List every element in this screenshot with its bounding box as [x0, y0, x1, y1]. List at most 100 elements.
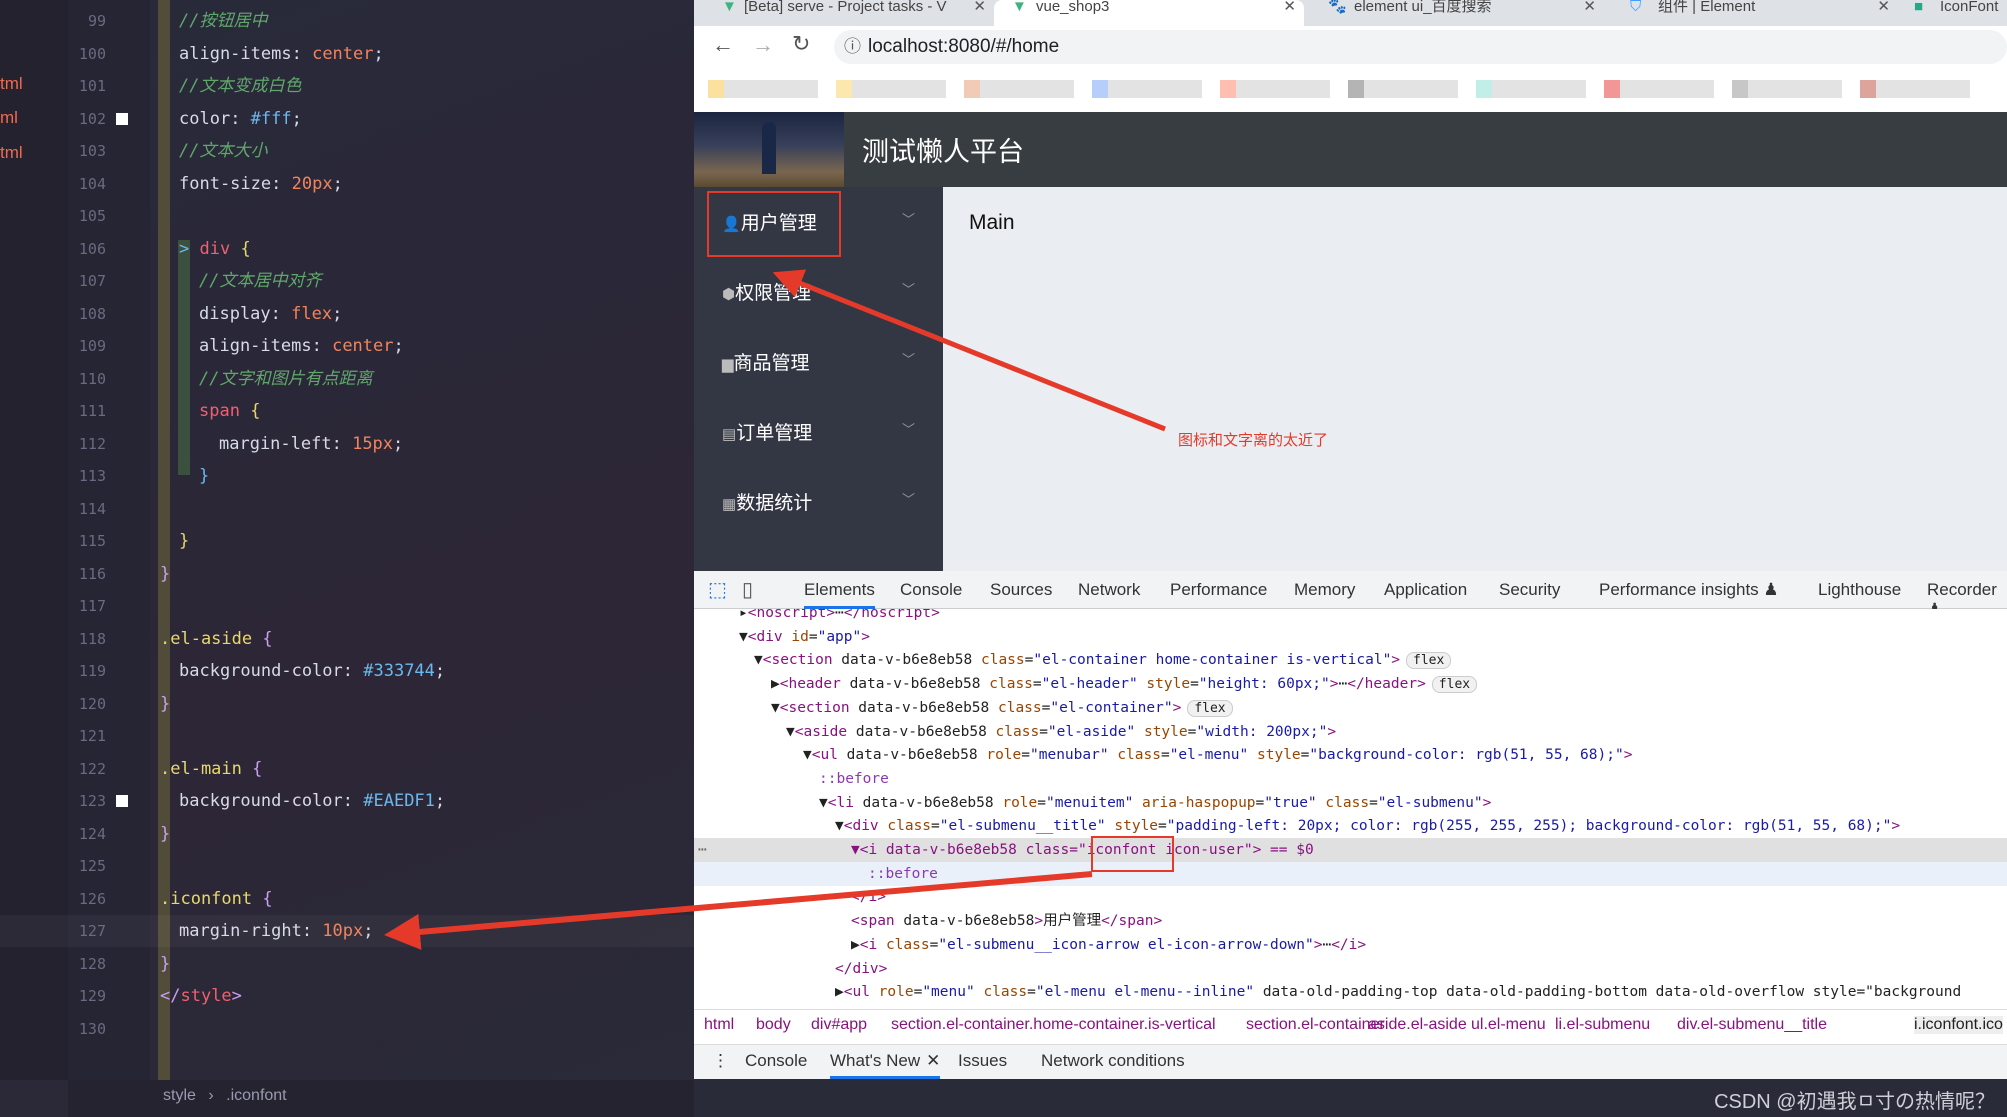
code-line[interactable]: 110 //文字和图片有点距离	[0, 363, 694, 395]
breadcrumb-iconfont[interactable]: .iconfont	[226, 1087, 286, 1104]
tab-project-tasks[interactable]: ▼ [Beta] serve - Project tasks - V ✕	[694, 0, 994, 26]
devtools-tab[interactable]: Network	[1078, 580, 1140, 600]
code-editor[interactable]: tml ml tml 99//按钮居中 100 align-items: cente…	[0, 0, 694, 1117]
dom-node[interactable]: ▶<i class="el-submenu__icon-arrow el-ico…	[694, 933, 2007, 957]
code-line[interactable]: 105	[0, 200, 694, 232]
code-line[interactable]: 102 color: #fff;	[0, 103, 694, 135]
dom-node[interactable]: ▼<i data-v-b6e8eb58 class="iconfont icon…	[694, 838, 2007, 862]
code-line[interactable]: 113}	[0, 460, 694, 492]
code-line[interactable]: 112 margin-left: 15px;	[0, 428, 694, 460]
code-line[interactable]: 123 background-color: #EAEDF1;	[0, 785, 694, 817]
bookmark-item[interactable]	[1220, 80, 1330, 98]
code-line[interactable]: 108 display: flex;	[0, 298, 694, 330]
devtools-tab[interactable]: Memory	[1294, 580, 1355, 600]
devtools-tab[interactable]: Lighthouse	[1818, 580, 1901, 600]
flex-badge[interactable]: flex	[1187, 699, 1233, 717]
dom-node[interactable]: ▸<noscript>⋯</noscript>	[694, 609, 2007, 625]
dom-breadcrumb[interactable]: div#app	[811, 1016, 867, 1034]
drawer-tab[interactable]: What's New ✕	[830, 1051, 941, 1079]
inspect-icon[interactable]: ⬚	[708, 577, 727, 602]
code-line[interactable]: 122 .el-main {	[0, 753, 694, 785]
dom-node[interactable]: ▶<ul role="menu" class="el-menu el-menu-…	[694, 980, 2007, 1004]
bookmark-item[interactable]	[708, 80, 818, 98]
dom-breadcrumb[interactable]: body	[756, 1016, 791, 1034]
code-line[interactable]: 100 align-items: center;	[0, 38, 694, 70]
info-icon[interactable]: ⓘ	[844, 30, 861, 64]
dom-breadcrumb[interactable]: section.el-container	[1246, 1016, 1385, 1034]
dom-node[interactable]: ::before	[694, 767, 2007, 791]
devtools-tab[interactable]: Console	[900, 580, 962, 600]
devtools-tab[interactable]: Application	[1384, 580, 1467, 600]
dom-node[interactable]: ▼<section data-v-b6e8eb58 class="el-cont…	[694, 648, 2007, 672]
dom-breadcrumb[interactable]: html	[704, 1016, 734, 1034]
code-line[interactable]: 120}	[0, 688, 694, 720]
reload-button[interactable]: ↻	[792, 31, 810, 57]
dom-breadcrumb[interactable]: section.el-container.home-container.is-v…	[891, 1016, 1216, 1034]
dom-node[interactable]: </div>	[694, 957, 2007, 981]
dom-node[interactable]: ▼<div id="app">	[694, 625, 2007, 649]
bookmark-item[interactable]	[1476, 80, 1586, 98]
bookmark-item[interactable]	[836, 80, 946, 98]
dom-breadcrumb[interactable]: i.iconfont.ico	[1914, 1016, 2003, 1034]
back-button[interactable]: ←	[712, 32, 734, 58]
flex-badge[interactable]: flex	[1406, 652, 1452, 670]
close-icon[interactable]: ✕	[973, 0, 986, 14]
tab-iconfont[interactable]: ■ IconFont	[1902, 0, 2007, 26]
code-line[interactable]: 127 margin-right: 10px;	[0, 915, 694, 947]
tab-element[interactable]: ⛉ 组件 | Element ✕	[1608, 0, 1898, 26]
close-icon[interactable]: ✕	[926, 1051, 940, 1070]
forward-button[interactable]: →	[752, 32, 774, 58]
code-line[interactable]: 117	[0, 590, 694, 622]
more-icon[interactable]: ⋯	[698, 838, 707, 862]
drawer-tab[interactable]: Network conditions	[1041, 1051, 1185, 1071]
code-line[interactable]: 104 font-size: 20px;	[0, 168, 694, 200]
code-line[interactable]: 107 //文本居中对齐	[0, 265, 694, 297]
code-line[interactable]: 121	[0, 720, 694, 752]
bookmark-item[interactable]	[1092, 80, 1202, 98]
code-line[interactable]: 118 .el-aside {	[0, 623, 694, 655]
devtools-tab[interactable]: Elements	[804, 580, 875, 609]
breadcrumb-style[interactable]: style	[163, 1087, 196, 1104]
dom-node[interactable]: ::before	[694, 861, 2007, 886]
close-icon[interactable]: ✕	[1877, 0, 1890, 14]
dom-breadcrumb[interactable]: aside.el-aside	[1368, 1016, 1467, 1034]
sidebar-item[interactable]: ⬢权限管理 ﹀	[694, 261, 943, 327]
code-line[interactable]: 128}	[0, 948, 694, 980]
code-line[interactable]: 106 > div {	[0, 233, 694, 265]
code-line[interactable]: 101 //文本变成白色	[0, 70, 694, 102]
dom-node[interactable]: ▼<aside data-v-b6e8eb58 class="el-aside"…	[694, 720, 2007, 744]
drawer-tab[interactable]: Issues	[958, 1051, 1007, 1071]
dom-node[interactable]: ▼<ul data-v-b6e8eb58 role="menubar" clas…	[694, 743, 2007, 767]
close-icon[interactable]: ✕	[1283, 0, 1296, 14]
url-input[interactable]: ⓘ localhost:8080/#/home	[834, 30, 2007, 64]
dom-node[interactable]: <span data-v-b6e8eb58>用户管理</span>	[694, 909, 2007, 933]
bookmark-item[interactable]	[1860, 80, 1970, 98]
dom-node[interactable]: </i>	[694, 885, 2007, 909]
dom-node[interactable]: ▼<li data-v-b6e8eb58 role="menuitem" ari…	[694, 791, 2007, 815]
tab-vue-shop3[interactable]: ▼ vue_shop3 ✕	[994, 0, 1304, 26]
bookmark-item[interactable]	[964, 80, 1074, 98]
dom-node[interactable]: ▼<section data-v-b6e8eb58 class="el-cont…	[694, 696, 2007, 720]
code-line[interactable]: 109 align-items: center;	[0, 330, 694, 362]
sidebar-item[interactable]: ▆商品管理 ﹀	[694, 331, 943, 397]
dom-breadcrumb[interactable]: div.el-submenu__title	[1677, 1016, 1827, 1034]
code-line[interactable]: 115}	[0, 525, 694, 557]
code-line[interactable]: 125	[0, 850, 694, 882]
bookmark-item[interactable]	[1348, 80, 1458, 98]
code-line[interactable]: 116}	[0, 558, 694, 590]
flex-badge[interactable]: flex	[1431, 676, 1478, 694]
bookmark-item[interactable]	[1604, 80, 1714, 98]
drawer-menu-icon[interactable]: ⋮	[712, 1051, 729, 1071]
code-line[interactable]: 126 .iconfont {	[0, 883, 694, 915]
dom-node[interactable]: ▼<div class="el-submenu__title" style="p…	[694, 814, 2007, 838]
devtools-tab[interactable]: Performance insights ♟	[1599, 580, 1779, 600]
dom-tree[interactable]: ▸<noscript>⋯</noscript> ▼<div id="app"> ▼<…	[694, 609, 2007, 1009]
sidebar-item[interactable]: ▦数据统计 ﹀	[694, 471, 943, 537]
sidebar-item[interactable]: ▤订单管理 ﹀	[694, 401, 943, 467]
code-line[interactable]: 111 span {	[0, 395, 694, 427]
code-line[interactable]: 124}	[0, 818, 694, 850]
dom-node[interactable]: ▶<header data-v-b6e8eb58 class="el-heade…	[694, 672, 2007, 696]
drawer-tab[interactable]: Console	[745, 1051, 807, 1071]
code-line[interactable]: 129 </style>	[0, 980, 694, 1012]
tab-baidu-search[interactable]: 🐾 element ui_百度搜索 ✕	[1314, 0, 1604, 26]
